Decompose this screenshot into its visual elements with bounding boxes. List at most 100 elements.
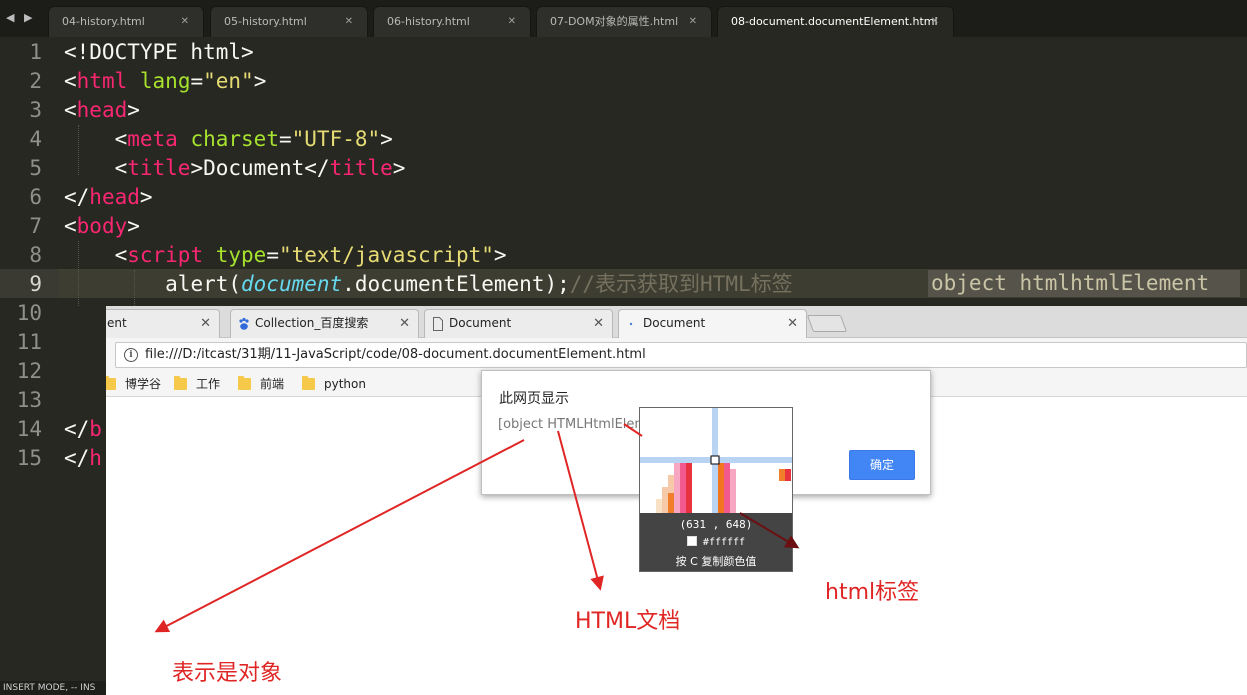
tag-bracket: </ (64, 185, 90, 209)
equals: = (190, 69, 204, 93)
address-bar: i file:///D:/itcast/31期/11-JavaScript/co… (106, 338, 1247, 372)
editor-tab-bar: ◀ ▶ 04-history.html ✕ 05-history.html ✕ … (0, 0, 1247, 37)
bookmark-boxuegu[interactable]: 博学谷 (106, 372, 161, 397)
close-icon[interactable]: ✕ (200, 310, 211, 337)
dialog-message: [object HTMLHtmlElem (498, 417, 648, 432)
status-bar: INSERT MODE, -- INS (0, 681, 120, 695)
close-icon[interactable]: ✕ (931, 7, 939, 36)
close-icon[interactable]: ✕ (689, 7, 697, 36)
tag-name: head (89, 185, 140, 209)
new-tab-button[interactable] (806, 315, 848, 332)
browser-tab-label: Collection_百度搜索 (255, 316, 369, 330)
color-swatch (686, 536, 697, 546)
editor-tab-06-history[interactable]: 06-history.html ✕ (373, 6, 531, 37)
editor-tab-07-dom[interactable]: 07-DOM对象的属性.html ✕ (536, 6, 712, 37)
code-line-7[interactable]: <body> (64, 212, 140, 241)
line-number-gutter: 1 2 3 4 5 6 7 8 9 10 11 12 13 14 15 (0, 37, 58, 695)
tag-bracket: > (127, 98, 140, 122)
attr-value: "en" (203, 69, 254, 93)
line-number: 3 (29, 98, 42, 122)
tab-nav-arrows[interactable]: ◀ ▶ (6, 11, 35, 24)
line-number: 13 (16, 388, 42, 412)
attr-name: charset (190, 127, 279, 151)
bookmark-python[interactable]: python (302, 372, 366, 397)
line-number: 11 (16, 330, 42, 354)
tag-bracket: </ (304, 156, 330, 180)
annotation-object: 表示是对象 (172, 661, 283, 686)
url-text: file:///D:/itcast/31期/11-JavaScript/code… (145, 347, 646, 362)
editor-tab-05-history[interactable]: 05-history.html ✕ (210, 6, 368, 37)
line-number: 12 (16, 359, 42, 383)
tag-name: title (329, 156, 393, 180)
tag-name: b (89, 417, 102, 441)
attr-name: lang (139, 69, 191, 93)
code-line-5[interactable]: <title>Document</title> (64, 154, 406, 183)
ok-button[interactable]: 确定 (849, 450, 915, 480)
editor-tab-08-document[interactable]: 08-document.documentElement.html ✕ (717, 6, 954, 37)
copy-hint: 按 C 复制颜色值 (675, 555, 757, 568)
code-line-4[interactable]: <meta charset="UTF-8"> (64, 125, 393, 154)
tag-name: meta (127, 127, 178, 151)
code-line-6[interactable]: </head> (64, 183, 153, 212)
folder-icon (174, 376, 187, 390)
line-number: 6 (29, 185, 42, 209)
folder-icon (106, 376, 116, 390)
close-icon[interactable]: ✕ (787, 310, 798, 337)
code-line-3[interactable]: <head> (64, 96, 140, 125)
tag-bracket: </ (64, 417, 90, 441)
editor-tab-label: 05-history.html (224, 15, 307, 28)
browser-tab-label: ent (107, 316, 127, 330)
url-field[interactable]: i file:///D:/itcast/31期/11-JavaScript/co… (115, 342, 1247, 368)
tag-name: h (89, 446, 102, 470)
editor-tab-label: 08-document.documentElement.html (731, 15, 938, 28)
attr-name: type (215, 243, 267, 267)
info-icon[interactable]: i (124, 348, 138, 362)
baidu-paw-icon (239, 317, 249, 330)
line-number: 14 (16, 417, 42, 441)
tag-bracket: < (114, 243, 128, 267)
close-icon[interactable]: ✕ (508, 7, 516, 36)
close-icon[interactable]: ✕ (399, 310, 410, 337)
equals: = (266, 243, 279, 267)
code-line-9[interactable]: alert(document.documentElement);//表示获取到H… (64, 270, 793, 299)
code-comment: //表示获取到HTML标签 (569, 272, 793, 296)
close-icon[interactable]: ✕ (345, 7, 353, 36)
tag-bracket: > (392, 156, 406, 180)
tag-name: html (76, 69, 128, 93)
tag-bracket: < (64, 69, 77, 93)
line-number: 9 (29, 272, 42, 296)
line-number: 10 (16, 301, 42, 325)
code-line-15[interactable]: </h (64, 444, 102, 473)
dialog-title: 此网页显示 (499, 391, 569, 407)
code-line-8[interactable]: <script type="text/javascript"> (64, 241, 507, 270)
selection-highlight: object htmlhtmlElement (928, 270, 1240, 297)
close-icon[interactable]: ✕ (181, 7, 189, 36)
browser-tab-partial[interactable]: ent ✕ (106, 309, 220, 338)
bookmark-label: 前端 (260, 377, 285, 391)
color-hex-row: #ffffff (640, 536, 792, 548)
line-number: 15 (16, 446, 42, 470)
code-line-1[interactable]: <!DOCTYPE html> (64, 38, 254, 67)
browser-tab-document-active[interactable]: Document ✕ (618, 309, 807, 338)
folder-icon (302, 376, 315, 390)
code-line-14[interactable]: </b (64, 415, 102, 444)
bookmark-frontend[interactable]: 前端 (238, 372, 284, 397)
tag-bracket: > (380, 127, 393, 151)
browser-tab-bar: ent ✕ Collection_百度搜索 ✕ Document ✕ Docum… (106, 306, 1247, 338)
tag-name: script (127, 243, 204, 267)
bookmark-work[interactable]: 工作 (174, 372, 220, 397)
tag-bracket: < (64, 98, 77, 122)
line-number: 2 (29, 69, 42, 93)
bookmark-label: python (324, 377, 366, 391)
tag-bracket: < (64, 214, 77, 238)
tag-name: body (76, 214, 128, 238)
line-number: 8 (29, 243, 42, 267)
tag-bracket: > (190, 156, 204, 180)
loading-dot-icon (629, 322, 633, 326)
editor-tab-04-history[interactable]: 04-history.html ✕ (48, 6, 204, 37)
doctype: <!DOCTYPE html> (64, 40, 254, 64)
close-icon[interactable]: ✕ (593, 310, 604, 337)
browser-tab-document[interactable]: Document ✕ (424, 309, 613, 338)
code-line-2[interactable]: <html lang="en"> (64, 67, 266, 96)
browser-tab-baidu[interactable]: Collection_百度搜索 ✕ (230, 309, 419, 338)
